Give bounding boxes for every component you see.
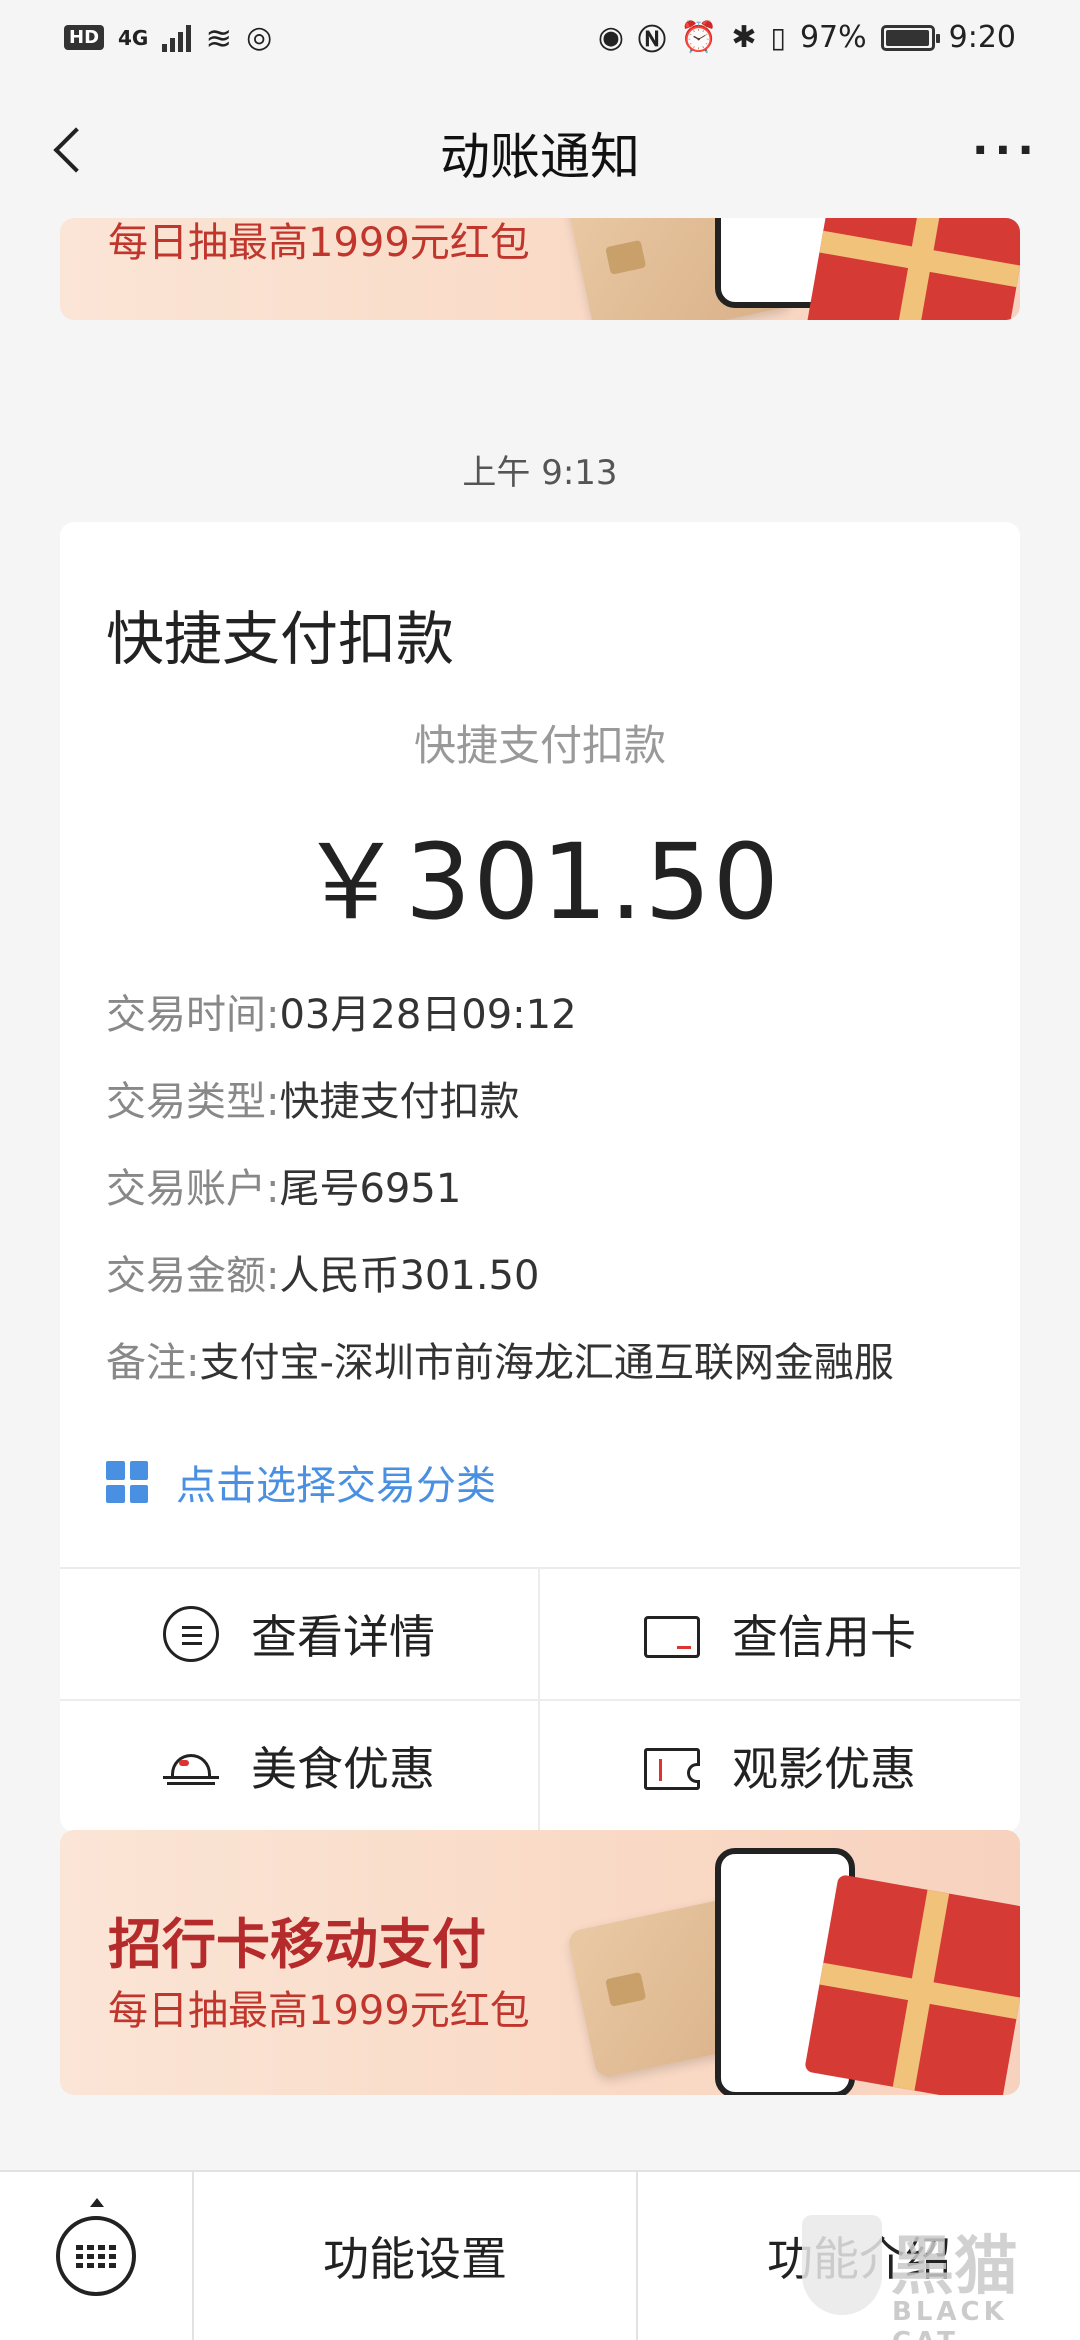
detail-list: 交易时间:03月28日09:12 交易类型:快捷支付扣款 交易账户:尾号6951…: [106, 982, 986, 1417]
bluetooth-icon: ✱: [731, 20, 757, 55]
battery-icon: [880, 24, 940, 51]
page-title: 动账通知: [440, 128, 640, 186]
hd-badge: HD: [64, 25, 105, 50]
detail-value: 快捷支付扣款: [279, 1079, 520, 1125]
detail-value: 人民币301.50: [279, 1253, 540, 1299]
wechat-icon: ◎: [246, 20, 273, 55]
message-subtitle: 快捷支付扣款: [413, 721, 666, 770]
detail-key: 备注:: [106, 1340, 200, 1386]
detail-value: 尾号6951: [279, 1166, 462, 1212]
action-label: 查信用卡: [732, 1609, 916, 1664]
promo-banner-bottom[interactable]: 招行卡移动支付 每日抽最高1999元红包: [60, 1830, 1020, 2095]
grid-icon: [106, 1461, 148, 1503]
detail-row-type: 交易类型:快捷支付扣款: [106, 1069, 986, 1156]
promo-banner-subtitle: 每日抽最高1999元红包: [108, 1988, 530, 2034]
watermark-text: 黑猫: [890, 2230, 1018, 2304]
caret-up-icon: [90, 2198, 104, 2207]
eye-icon: ◉: [597, 20, 624, 55]
watermark-logo: 黑猫 BLACK CAT: [802, 2215, 1062, 2340]
action-label: 观影优惠: [732, 1742, 916, 1797]
view-details-button[interactable]: 查看详情: [60, 1569, 540, 1701]
message-heading: 快捷支付扣款: [106, 605, 455, 673]
feature-settings-button[interactable]: 功能设置: [194, 2172, 636, 2340]
select-category-label: 点击选择交易分类: [176, 1463, 496, 1509]
transaction-message-card: 快捷支付扣款 快捷支付扣款 ￥301.50 交易时间:03月28日09:12 交…: [60, 522, 1020, 1832]
detail-row-amount: 交易金额:人民币301.50: [106, 1243, 986, 1330]
detail-value: 支付宝-深圳市前海龙汇通互联网金融服: [199, 1340, 894, 1386]
detail-row-remark: 备注:支付宝-深圳市前海龙汇通互联网金融服: [106, 1330, 986, 1417]
status-time: 9:20: [948, 20, 1016, 55]
list-circle-icon: [163, 1605, 219, 1662]
detail-value: 03月28日09:12: [279, 992, 577, 1038]
detail-key: 交易类型:: [106, 1079, 280, 1125]
gift-box-graphic: [804, 218, 1020, 320]
food-deals-button[interactable]: 美食优惠: [60, 1700, 540, 1832]
promo-banner-title: 招行卡移动支付: [108, 1913, 486, 1976]
detail-key: 交易账户:: [106, 1166, 280, 1212]
movie-ticket-icon: [644, 1748, 700, 1791]
credit-card-icon: [644, 1615, 700, 1658]
cat-shield-icon: [802, 2215, 882, 2315]
action-label: 美食优惠: [251, 1742, 435, 1797]
status-right: ◉ Ⓝ ⏰ ✱ ▯ 97% 9:20: [598, 18, 1016, 58]
detail-key: 交易时间:: [106, 992, 280, 1038]
detail-row-time: 交易时间:03月28日09:12: [106, 982, 986, 1069]
keyboard-icon: [56, 2216, 136, 2296]
transaction-amount: ￥301.50: [299, 821, 781, 943]
watermark-subtext: BLACK CAT: [892, 2297, 1008, 2340]
keyboard-toggle-button[interactable]: [0, 2172, 194, 2340]
vibrate-icon: ▯: [770, 21, 786, 54]
wifi-icon: ≋: [205, 18, 233, 57]
promo-banner-top[interactable]: 每日抽最高1999元红包: [60, 218, 1020, 320]
movie-deals-button[interactable]: 观影优惠: [540, 1701, 1020, 1833]
select-category-link[interactable]: 点击选择交易分类: [106, 1452, 496, 1512]
more-menu-icon[interactable]: ···: [972, 125, 1040, 176]
status-bar: HD 4G ≋ ◎ ◉ Ⓝ ⏰ ✱ ▯ 97% 9:20: [0, 0, 1080, 75]
action-grid: 查看详情 查信用卡 美食优惠 观影优惠: [60, 1567, 1020, 1832]
food-cloche-icon: [163, 1746, 219, 1786]
battery-percent: 97%: [799, 20, 867, 55]
alarm-icon: ⏰: [680, 20, 718, 55]
detail-key: 交易金额:: [106, 1253, 280, 1299]
nav-bar: 动账通知 ···: [0, 75, 1080, 225]
promo-banner-subtitle: 每日抽最高1999元红包: [108, 220, 530, 266]
signal-icon: [162, 24, 192, 52]
detail-row-account: 交易账户:尾号6951: [106, 1156, 986, 1243]
message-timestamp: 上午 9:13: [462, 453, 618, 493]
network-type: 4G: [118, 25, 149, 50]
action-label: 查看详情: [251, 1609, 435, 1664]
gift-box-graphic: [804, 1874, 1020, 2095]
check-credit-card-button[interactable]: 查信用卡: [540, 1569, 1020, 1701]
status-left: HD 4G ≋ ◎: [64, 19, 272, 57]
nfc-icon: Ⓝ: [638, 22, 667, 56]
